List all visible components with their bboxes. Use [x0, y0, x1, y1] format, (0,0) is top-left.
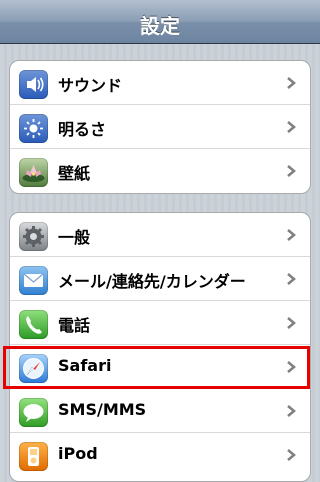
phone-icon: [19, 310, 48, 339]
chevron-right-icon: [287, 229, 296, 241]
page-title: 設定: [140, 14, 180, 38]
chevron-right-icon: [287, 165, 296, 177]
phone-label: 電話: [58, 316, 91, 335]
sms-bubble-icon: [19, 398, 48, 427]
settings-row-wallpaper[interactable]: 壁紙: [10, 149, 310, 193]
wallpaper-icon: [19, 158, 48, 187]
safari-label: Safari: [58, 356, 112, 375]
settings-row-sms[interactable]: SMS/MMS: [10, 389, 310, 433]
settings-row-brightness[interactable]: 明るさ: [10, 105, 310, 149]
settings-row-safari[interactable]: Safari: [10, 345, 310, 389]
chevron-right-icon: [287, 317, 296, 329]
settings-row-phone[interactable]: 電話: [10, 301, 310, 345]
ipod-icon: [19, 442, 48, 471]
safari-compass-icon: [19, 354, 48, 383]
sound-icon: [19, 70, 48, 99]
settings-row-mail[interactable]: メール/連絡先/カレンダー: [10, 257, 310, 301]
navigation-bar: 設定: [0, 0, 320, 44]
chevron-right-icon: [287, 273, 296, 285]
chevron-right-icon: [287, 77, 296, 89]
settings-group-1: サウンド 明るさ 壁紙: [9, 60, 311, 194]
mail-contacts-calendar-label: メール/連絡先/カレンダー: [58, 272, 246, 291]
brightness-icon: [19, 114, 48, 143]
chevron-right-icon: [287, 121, 296, 133]
mail-icon: [19, 266, 48, 295]
sms-mms-label: SMS/MMS: [58, 400, 147, 419]
ipod-label: iPod: [58, 444, 98, 463]
brightness-label: 明るさ: [58, 120, 107, 139]
chevron-right-icon: [287, 361, 296, 373]
sound-label: サウンド: [58, 76, 123, 95]
wallpaper-label: 壁紙: [58, 164, 91, 183]
settings-row-ipod[interactable]: iPod: [10, 433, 310, 477]
settings-row-general[interactable]: 一般: [10, 213, 310, 257]
chevron-right-icon: [287, 449, 296, 461]
settings-row-sound[interactable]: サウンド: [10, 61, 310, 105]
settings-group-2: 一般 メール/連絡先/カレンダー 電話 Safari SMS/MMS iPod: [9, 212, 311, 482]
general-label: 一般: [58, 228, 91, 247]
general-gear-icon: [19, 222, 48, 251]
chevron-right-icon: [287, 405, 296, 417]
